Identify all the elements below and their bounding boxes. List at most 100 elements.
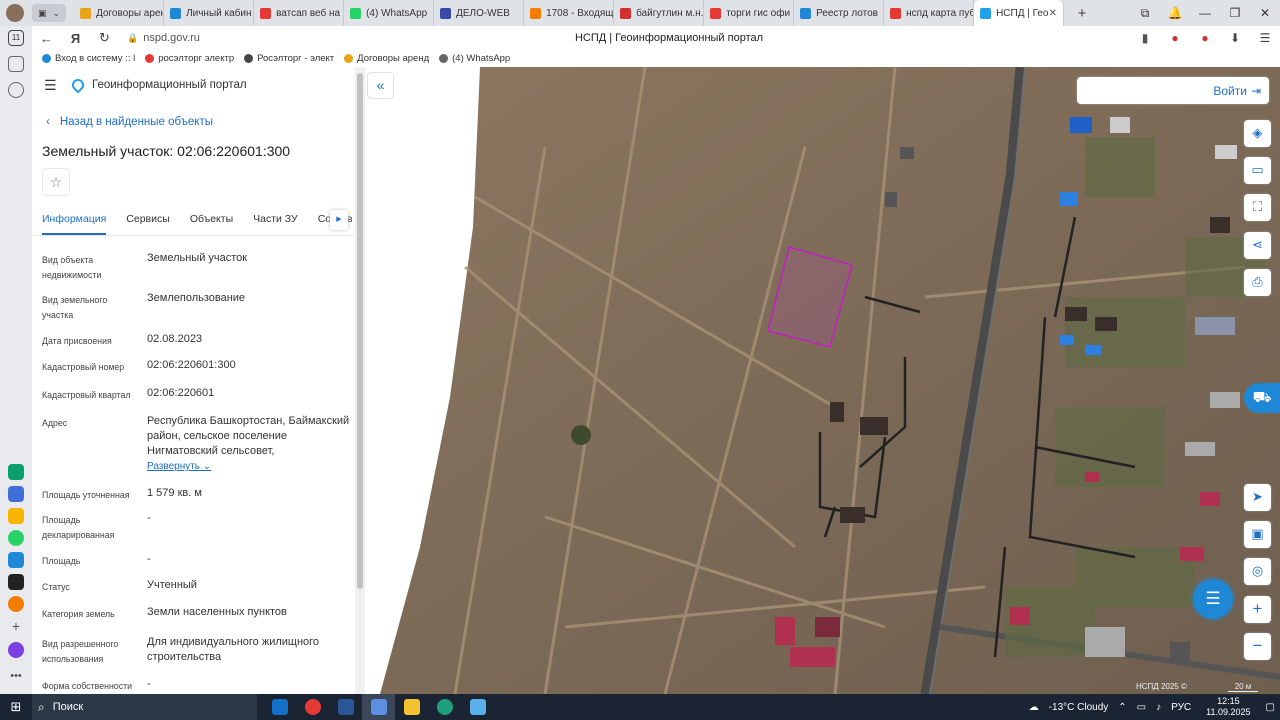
ruler-button[interactable]: ▭ <box>1244 157 1271 184</box>
login-button[interactable]: Войти <box>1213 84 1247 98</box>
expand-address-link[interactable]: Развернуть ⌄ <box>147 461 211 472</box>
select-area-button[interactable]: ⛶ <box>1244 194 1271 221</box>
sidebar-app-5-icon[interactable] <box>8 552 24 568</box>
attribute-label: Вид объекта недвижимости <box>42 255 102 280</box>
notification-bell-icon[interactable]: 🔔 <box>1160 6 1190 21</box>
scrollbar-thumb[interactable] <box>357 73 363 589</box>
sidebar-app-3-icon[interactable] <box>8 508 24 524</box>
object-tab[interactable]: Сервисы <box>126 213 170 235</box>
collapse-panel-button[interactable]: « <box>367 72 394 99</box>
sidebar-history-icon[interactable] <box>8 82 24 98</box>
bookmark-item[interactable]: Договоры аренд <box>344 53 429 64</box>
taskbar-explorer-icon[interactable] <box>395 694 428 720</box>
taskbar-yandex-icon[interactable] <box>296 694 329 720</box>
browser-tab[interactable]: нспд карта пуб <box>884 0 975 26</box>
workspaces-icon: ▣ <box>38 7 47 18</box>
object-tab[interactable]: Части ЗУ <box>253 213 298 235</box>
browser-tab[interactable]: торги гис офи <box>704 0 795 26</box>
sidebar-whatsapp-icon[interactable] <box>8 530 24 546</box>
close-window-icon[interactable]: ✕ <box>1250 6 1280 21</box>
tab-favicon <box>440 7 452 19</box>
chevron-down-icon: ⌄ <box>200 461 212 472</box>
sidebar-app-2-icon[interactable] <box>8 486 24 502</box>
attribute-label: Категория земель <box>42 609 115 619</box>
share-button[interactable]: ⋖ <box>1244 232 1271 259</box>
close-tab-icon[interactable]: ✕ <box>1049 8 1057 19</box>
sidebar-alice-icon[interactable] <box>8 642 24 658</box>
map-search-box[interactable]: Войти ⇥ <box>1077 77 1269 104</box>
taskbar-app-icon[interactable] <box>461 694 494 720</box>
restore-icon[interactable]: ❐ <box>1220 6 1250 21</box>
network-icon[interactable]: ▭ <box>1137 702 1146 713</box>
bookmark-item[interactable]: (4) WhatsApp <box>439 53 510 64</box>
taskbar-search-label: Поиск <box>52 701 84 713</box>
chevron-down-icon: ⌄ <box>52 7 61 18</box>
sidebar-app-7-icon[interactable] <box>8 596 24 612</box>
locate-button[interactable]: ➤ <box>1244 484 1271 511</box>
taskbar: ⊞ ⌕ Поиск ☁ -13°C Cloudy ⌃ ▭ ♪ РУС 12:15… <box>0 694 1280 720</box>
bookmark-item[interactable]: Вход в систему :: l <box>42 53 135 64</box>
sidebar-counter-icon[interactable]: 11 <box>8 30 24 46</box>
browser-tab[interactable]: ватсап веб на <box>254 0 345 26</box>
active-tab[interactable]: НСПД | Гео ✕ <box>974 0 1065 26</box>
login-icon[interactable]: ⇥ <box>1251 84 1261 98</box>
chat-button[interactable]: ☰ <box>1193 579 1233 619</box>
tab-favicon <box>710 7 722 19</box>
minimize-icon[interactable]: — <box>1190 6 1220 21</box>
window-controls: ⧉ 🔔 — ❐ ✕ <box>1130 6 1280 21</box>
tabs-scroll-right-button[interactable]: ▶ <box>330 210 348 230</box>
taskbar-edge-icon[interactable] <box>428 694 461 720</box>
windows-start-icon[interactable]: ⊞ <box>0 699 32 715</box>
tools-panel-button[interactable]: ⛟ <box>1244 383 1280 413</box>
chevron-up-icon[interactable]: ⌃ <box>1118 702 1126 713</box>
taskbar-browser-icon[interactable] <box>362 694 395 720</box>
browser-tab[interactable]: Реестр лотов <box>794 0 885 26</box>
zoom-in-button[interactable]: + <box>1244 596 1271 623</box>
sidebar-screenshot-icon[interactable] <box>8 56 24 72</box>
taskbar-search[interactable]: ⌕ Поиск <box>32 694 257 720</box>
geo-search-button[interactable]: ◎ <box>1244 558 1271 585</box>
browser-tab[interactable]: Личный кабин <box>164 0 255 26</box>
collections-icon[interactable]: ⧉ <box>1130 6 1160 21</box>
back-to-results-link[interactable]: ‹ Назад в найденные объекты <box>46 116 213 128</box>
satellite-map[interactable] <box>365 67 1280 694</box>
taskbar-word-icon[interactable] <box>329 694 362 720</box>
browser-tab[interactable]: Договоры арен <box>74 0 165 26</box>
weather-text[interactable]: -13°C Cloudy <box>1049 702 1109 713</box>
weather-icon[interactable]: ☁ <box>1029 702 1039 713</box>
panel-scrollbar[interactable] <box>355 67 365 694</box>
browser-tab[interactable]: ДЕЛО-WEB <box>434 0 525 26</box>
sidebar-app-1-icon[interactable] <box>8 464 24 480</box>
browser-tab[interactable]: (4) WhatsApp <box>344 0 435 26</box>
object-tab[interactable]: Информация <box>42 213 107 235</box>
hamburger-menu-icon[interactable]: ☰ <box>44 77 58 94</box>
sidebar-add-icon[interactable]: + <box>8 618 24 634</box>
volume-icon[interactable]: ♪ <box>1156 702 1161 713</box>
print-button[interactable]: ⎙ <box>1244 269 1271 296</box>
tab-label: (4) WhatsApp <box>366 7 428 19</box>
clock[interactable]: 12:15 11.09.2025 <box>1206 696 1250 718</box>
picture-in-picture-button[interactable]: ▣ <box>1244 521 1271 548</box>
layers-button[interactable]: ◈ <box>1244 120 1271 147</box>
bookmark-item[interactable]: Росэлторг - элект <box>244 53 334 64</box>
sidebar-app-6-icon[interactable] <box>8 574 24 590</box>
tab-favicon <box>260 7 272 19</box>
zoom-out-button[interactable]: − <box>1244 633 1271 660</box>
map-view[interactable] <box>365 67 1280 694</box>
profile-avatar[interactable] <box>6 4 24 22</box>
bookmark-item[interactable]: росэлторг электр <box>145 53 234 64</box>
notification-center-icon[interactable]: ▢ <box>1266 702 1275 713</box>
new-tab-button[interactable]: + <box>1072 5 1092 22</box>
browser-tab[interactable]: 1708 - Входящ <box>524 0 615 26</box>
object-tab[interactable]: Объекты <box>190 213 233 235</box>
taskbar-outlook-icon[interactable] <box>263 694 296 720</box>
double-chevron-left-icon: « <box>376 77 385 93</box>
favorite-button[interactable]: ☆ <box>42 168 70 196</box>
browser-tab[interactable]: байгутлин м.н. <box>614 0 705 26</box>
tab-actions[interactable]: ▣ ⌄ <box>32 4 67 22</box>
chevron-left-icon: ‹ <box>46 116 50 128</box>
language-indicator[interactable]: РУС <box>1171 702 1191 713</box>
sidebar-more-icon[interactable]: ••• <box>8 668 24 684</box>
tab-label: байгутлин м.н. <box>636 7 704 19</box>
bookmark-favicon <box>344 54 354 63</box>
